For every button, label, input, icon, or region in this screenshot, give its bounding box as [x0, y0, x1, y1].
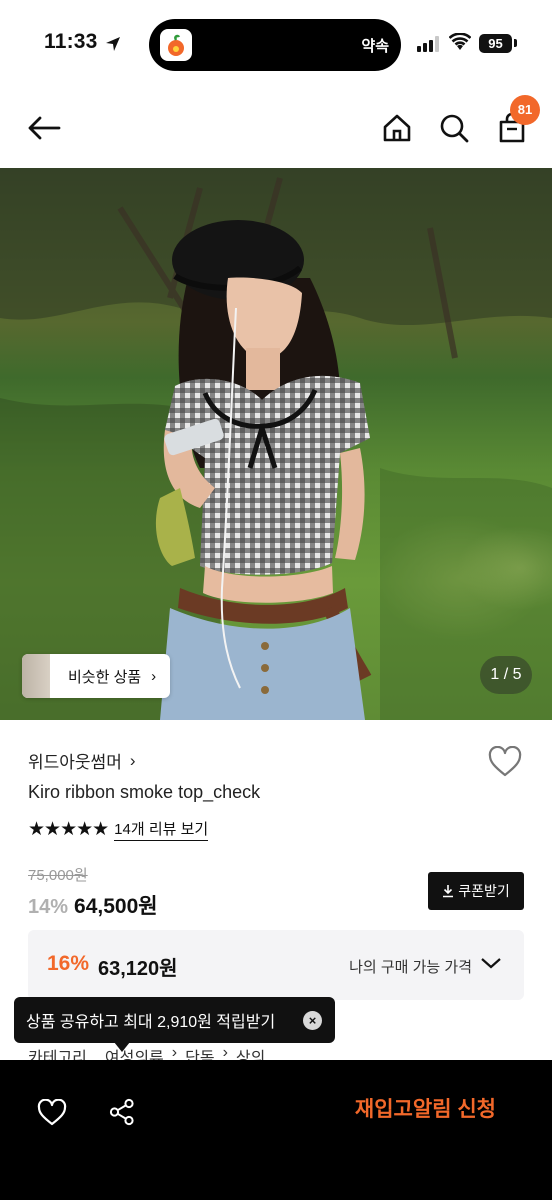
signal-icon: [417, 36, 439, 52]
price-row: 14% 64,500원: [28, 890, 158, 920]
discount-rate: 14%: [28, 896, 69, 918]
island-text: 약속: [361, 38, 389, 55]
sale-price: 64,500원: [74, 895, 158, 918]
my-price-box[interactable]: 16% 63,120원 나의 구매 가능 가격: [28, 930, 524, 1000]
close-icon[interactable]: ×: [303, 1011, 322, 1030]
coupon-button[interactable]: 쿠폰받기: [428, 872, 524, 910]
home-icon: [383, 114, 411, 142]
brand-name: 위드아웃썸머: [28, 753, 122, 772]
similar-products-button[interactable]: 비슷한 상품 ›: [22, 654, 171, 698]
tooltip-text: 상품 공유하고 최대 2,910원 적립받기: [26, 1014, 276, 1031]
status-bar: 11:33 약속 95: [0, 0, 552, 90]
my-price-label: 나의 구매 가능 가격: [349, 959, 472, 976]
app-icon: [160, 29, 192, 61]
cart-badge: 81: [510, 95, 540, 125]
back-button[interactable]: [24, 108, 64, 148]
heart-icon: [488, 745, 522, 777]
rating-stars: ★★★★★: [28, 819, 109, 840]
product-name: Kiro ribbon smoke top_check: [28, 782, 261, 802]
original-price: 75,000원: [28, 867, 88, 884]
product-image[interactable]: [0, 168, 552, 720]
location-arrow-icon: [106, 37, 120, 51]
product-photo: [0, 168, 552, 720]
battery-nub: [514, 39, 517, 47]
back-arrow-icon: [28, 116, 61, 140]
rating-row: ★★★★★ 14개 리뷰 보기: [28, 818, 209, 841]
my-discount-rate: 16%: [47, 952, 90, 975]
chevron-right-icon: ›: [151, 667, 157, 685]
status-time: 11:33: [44, 30, 98, 53]
tooltip-tail: [114, 1042, 130, 1052]
bottom-action-bar: 재입고알림 신청: [0, 1060, 552, 1200]
restock-alert-button[interactable]: 재입고알림 신청: [355, 1093, 496, 1123]
brand-link[interactable]: 위드아웃썸머 ›: [28, 748, 136, 773]
my-price: 63,120원: [98, 958, 178, 980]
coupon-label: 쿠폰받기: [458, 883, 510, 899]
top-nav: [0, 90, 552, 168]
share-icon: [109, 1098, 134, 1126]
search-icon: [440, 114, 469, 143]
wifi-icon: [449, 33, 471, 50]
similar-thumbnail: [22, 654, 50, 698]
download-icon: [443, 885, 454, 898]
share-tooltip[interactable]: 상품 공유하고 최대 2,910원 적립받기: [14, 997, 335, 1043]
home-button[interactable]: [377, 108, 417, 148]
share-button[interactable]: [102, 1092, 142, 1132]
battery-icon: 95: [479, 34, 512, 53]
search-button[interactable]: [434, 108, 474, 148]
heart-icon: [37, 1098, 67, 1125]
dynamic-island[interactable]: 약속: [149, 19, 401, 71]
wishlist-button[interactable]: [487, 745, 523, 783]
like-button[interactable]: [32, 1092, 72, 1132]
similar-products-label: 비슷한 상품: [68, 668, 142, 686]
chevron-right-icon: ›: [129, 750, 136, 770]
review-link[interactable]: 14개 리뷰 보기: [114, 818, 209, 841]
image-pager: 1 / 5: [480, 656, 532, 694]
chevron-down-icon: [481, 958, 501, 969]
